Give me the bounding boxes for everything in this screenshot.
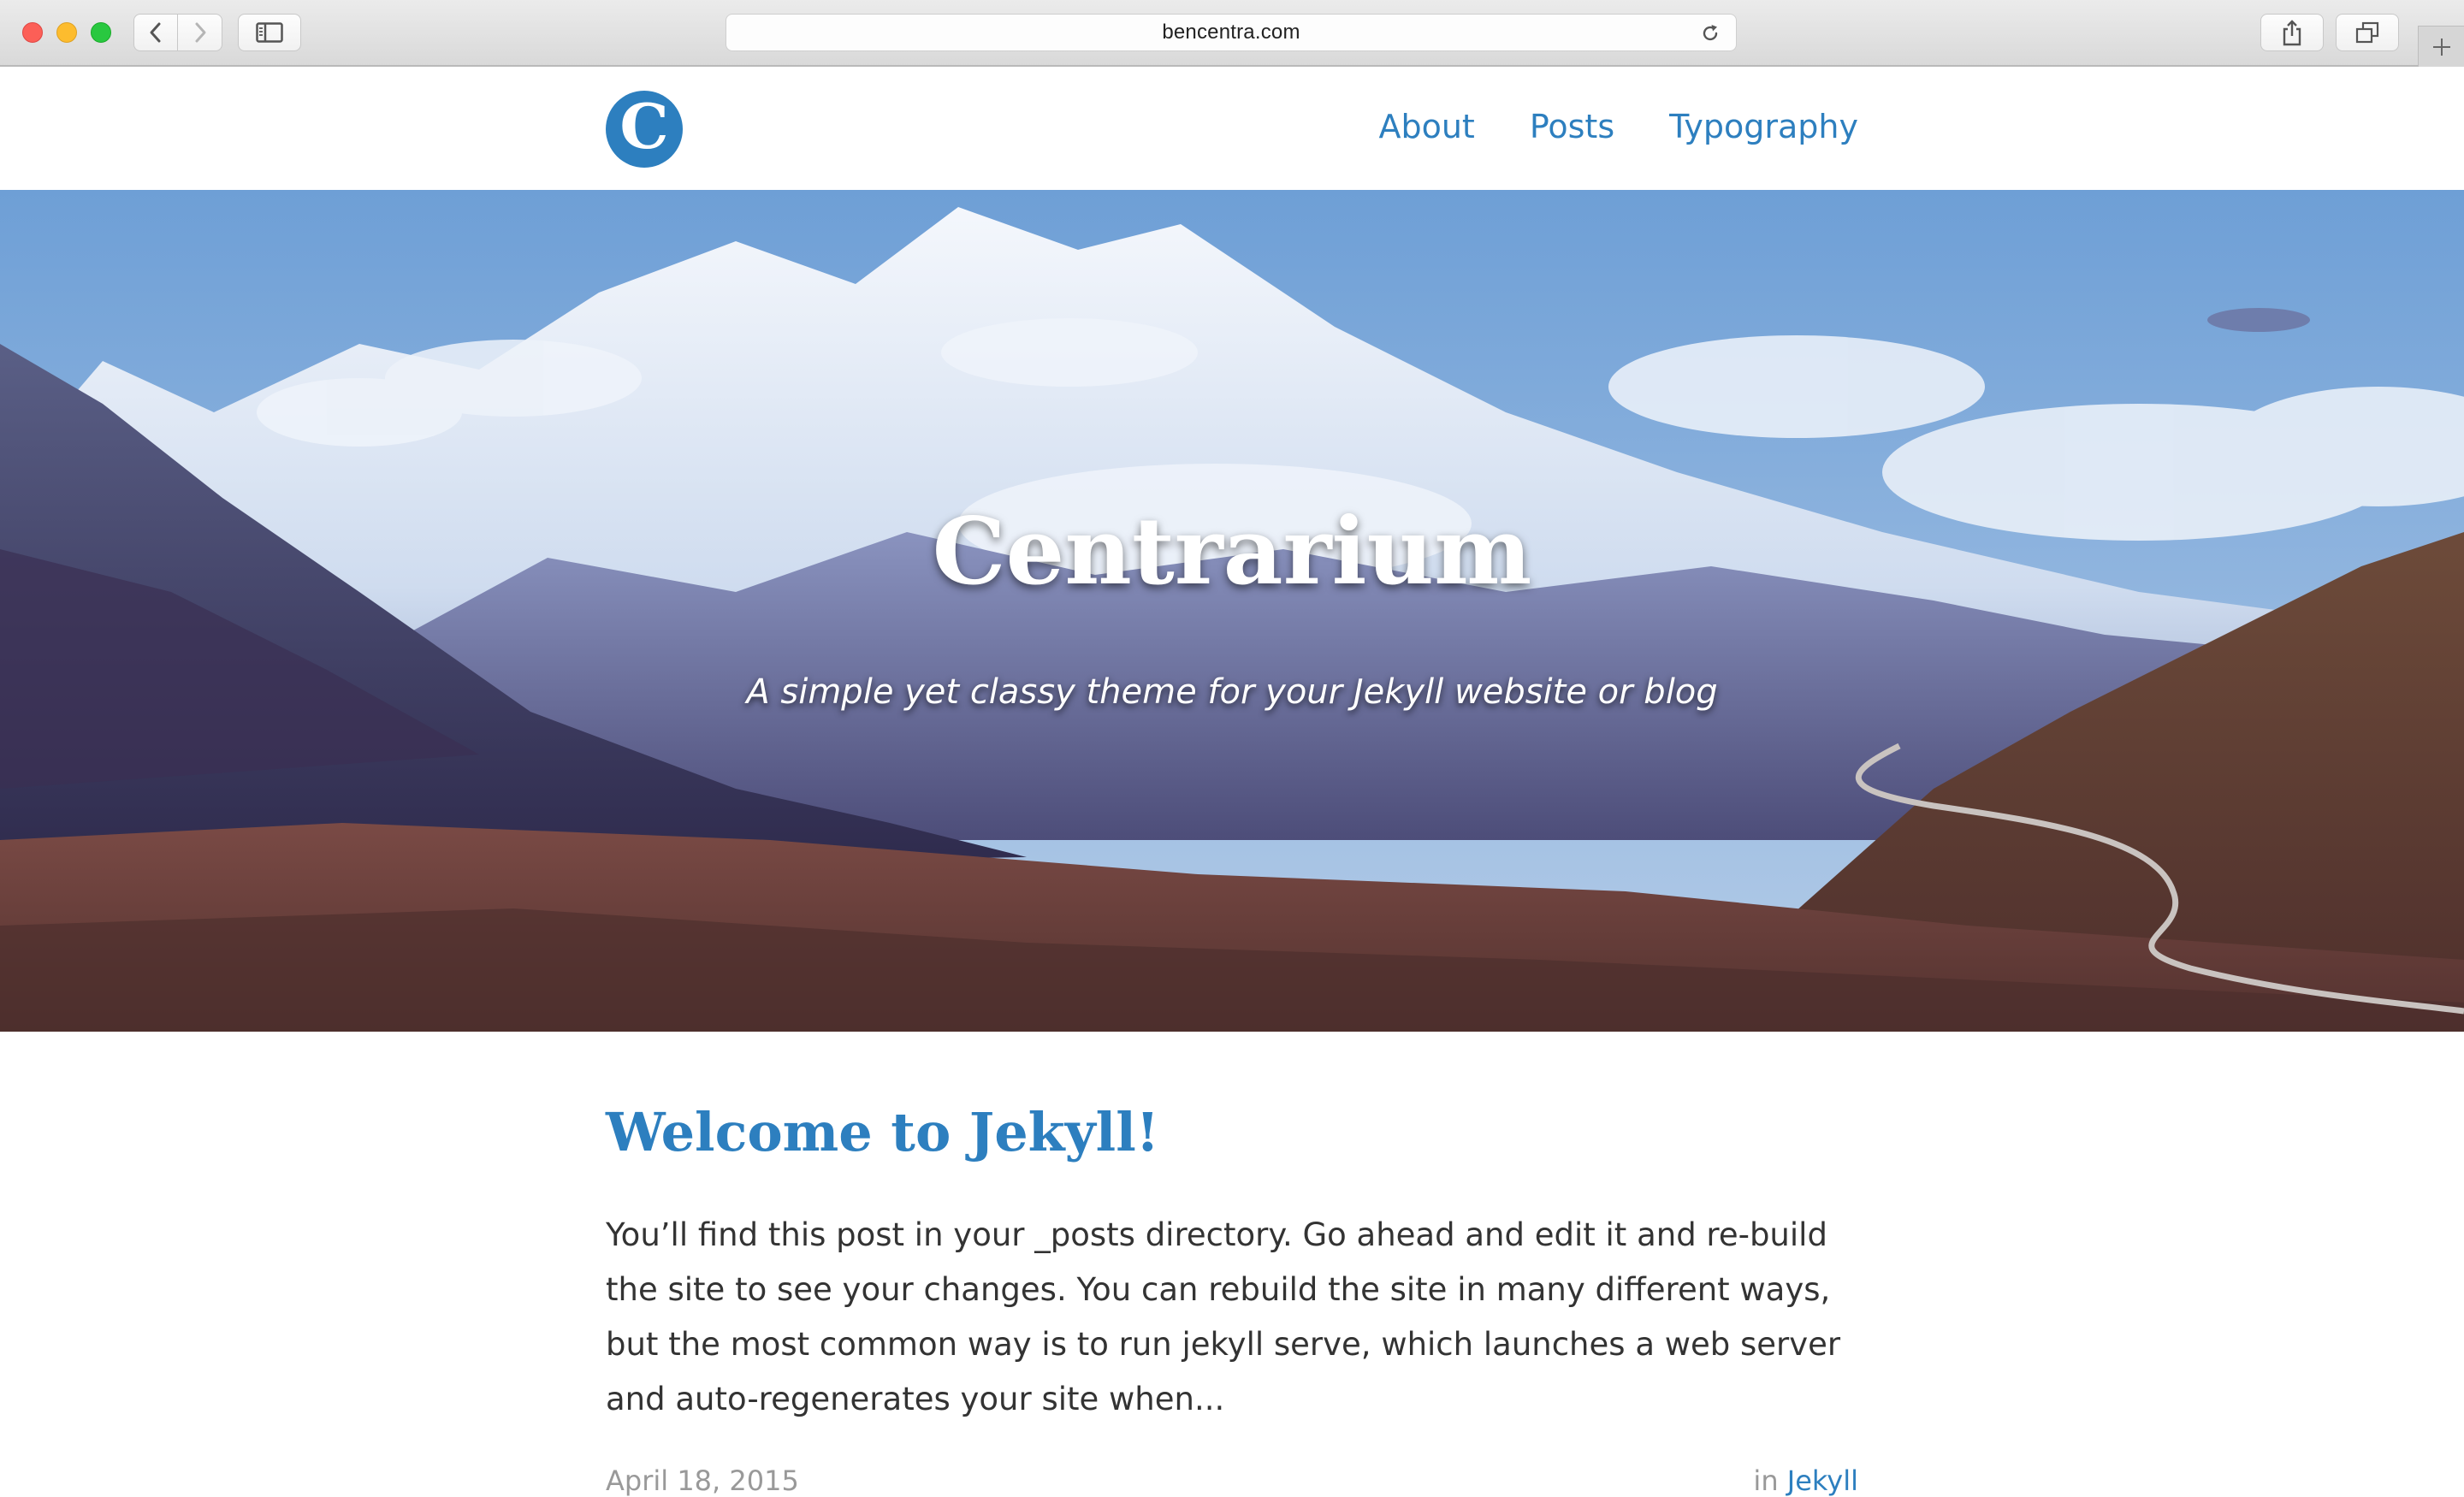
site-logo[interactable]: C [606,91,683,168]
plus-icon [2432,38,2450,56]
maximize-window-button[interactable] [91,22,111,43]
new-tab-button[interactable] [2418,26,2464,67]
logo-letter: C [619,90,669,163]
post-date: April 18, 2015 [606,1464,799,1497]
nav-link-typography[interactable]: Typography [1669,108,1858,145]
hero-subtitle: A simple yet classy theme for your Jekyl… [746,672,1718,712]
post-meta: April 18, 2015 in Jekyll [606,1464,1858,1497]
chevron-right-icon [195,22,205,43]
tab-overview-button[interactable] [2336,14,2399,51]
tabs-overview-icon [2355,21,2379,44]
address-bar[interactable]: bencentra.com [726,14,1737,51]
nav-link-about[interactable]: About [1378,108,1474,145]
close-window-button[interactable] [22,22,43,43]
post-preview: Welcome to Jekyll! You’ll find this post… [606,1103,1858,1427]
sidebar-toggle-button[interactable] [238,14,301,51]
post-category: in Jekyll [1753,1464,1858,1497]
forward-button[interactable] [178,14,222,51]
nav-link-posts[interactable]: Posts [1530,108,1614,145]
share-icon [2283,20,2301,46]
browser-toolbar: bencentra.com [0,0,2464,67]
mountain-landscape-image [0,190,2464,1032]
hero-banner: Centrarium A simple yet classy theme for… [0,190,2464,1032]
minimize-window-button[interactable] [56,22,77,43]
post-category-link[interactable]: Jekyll [1787,1464,1858,1497]
hero-title: Centrarium [932,498,1532,606]
post-excerpt: You’ll find this post in your _posts dir… [606,1216,1841,1418]
url-text: bencentra.com [1162,21,1300,44]
post-title-link[interactable]: Welcome to Jekyll! [606,1103,1858,1162]
post-category-prefix: in [1753,1464,1779,1497]
site-header: C About Posts Typography [0,68,2464,190]
chevron-left-icon [150,22,161,43]
share-button[interactable] [2260,14,2324,51]
main-nav: About Posts Typography [1378,108,1858,145]
back-button[interactable] [133,14,178,51]
reload-icon[interactable] [1700,23,1721,44]
sidebar-icon [256,22,283,43]
